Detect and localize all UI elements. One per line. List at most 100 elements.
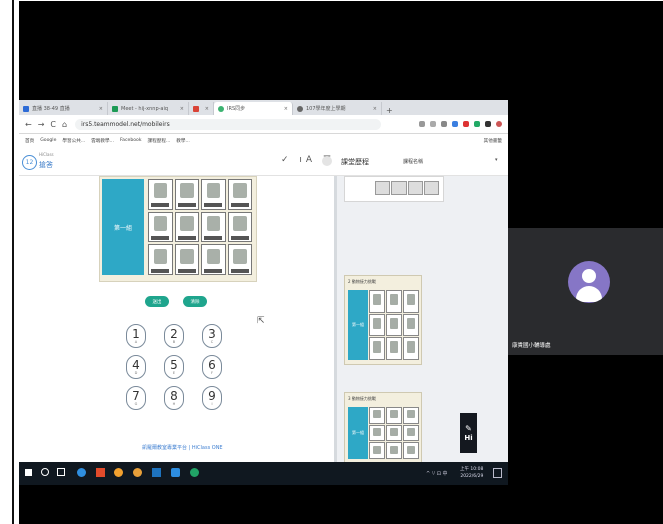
windows-start-icon[interactable]	[25, 469, 32, 476]
participant-name: 康貴國小輔導處	[512, 343, 551, 349]
chrome-icon[interactable]	[133, 468, 142, 477]
browser-tab-bar: 直播 38-49 直播 × Meet - hij-xnnp-aiq × × IRS同…	[19, 100, 508, 115]
pen-icon: ✎	[465, 424, 472, 433]
close-icon[interactable]: ×	[284, 106, 288, 112]
keypad-key[interactable]: 9I	[202, 386, 222, 410]
course-select[interactable]: 課程名稱	[403, 158, 423, 165]
tab-favicon-icon	[218, 105, 224, 112]
tab-label: Meet - hij-xnnp-aiq	[121, 105, 169, 112]
bookmark-item[interactable]: 教學...	[176, 138, 190, 144]
slide-thumbnail[interactable]	[344, 176, 444, 202]
search-icon[interactable]	[41, 468, 49, 476]
slide-image	[201, 211, 226, 243]
system-tray[interactable]: ^ ⁽ᵢ⁾ ⊡ 中	[426, 470, 448, 477]
clock-date: 2022/6/29	[460, 474, 484, 479]
close-icon[interactable]: ×	[99, 106, 103, 112]
slide-image	[227, 179, 252, 210]
frame-border	[12, 0, 14, 524]
new-tab-button[interactable]: +	[382, 106, 397, 115]
tab-label: 直播 38-49 直播	[32, 106, 70, 112]
keypad-key[interactable]: 1A	[126, 324, 146, 348]
firefox-icon[interactable]	[114, 468, 123, 477]
extension-icon[interactable]	[474, 121, 480, 127]
close-icon[interactable]: ×	[180, 106, 184, 112]
clear-button[interactable]: 清除	[183, 296, 207, 307]
reload-icon[interactable]: C	[50, 120, 56, 129]
browser-tab[interactable]: Meet - hij-xnnp-aiq ×	[108, 102, 189, 115]
app-icon[interactable]	[171, 468, 180, 477]
keypad-key[interactable]: 4D	[126, 355, 146, 379]
tab-favicon-icon	[112, 105, 118, 112]
chevron-down-icon[interactable]: ▾	[495, 157, 498, 163]
keypad-key[interactable]: 2B	[164, 324, 184, 348]
avatar	[568, 261, 610, 303]
hi-assistant-button[interactable]: ✎ Hi	[460, 413, 477, 453]
home-icon[interactable]: ⌂	[62, 120, 67, 129]
keypad-key[interactable]: 8H	[164, 386, 184, 410]
browser-tab[interactable]: 107學年度上學期 ×	[293, 102, 382, 115]
bookmark-item[interactable]: 學習公共...	[62, 138, 85, 144]
profile-icon[interactable]	[496, 121, 502, 127]
page-title: 搶答	[39, 161, 53, 169]
url-input[interactable]: irs5.teammodel.net/mobileirs	[75, 118, 382, 130]
browser-tab[interactable]: 直播 38-49 直播 ×	[19, 102, 108, 115]
participant-tile[interactable]: 康貴國小輔導處	[508, 228, 663, 355]
task-view-icon[interactable]	[57, 468, 65, 476]
close-icon[interactable]: ×	[205, 106, 209, 112]
browser-tab[interactable]: ×	[189, 102, 214, 115]
footer-text[interactable]: 凱羅爾教室專業平台 | HiClass ONE	[142, 444, 223, 451]
tab-label: IRS同步	[227, 106, 246, 112]
slide-image	[174, 211, 199, 243]
keypad-key[interactable]: 3C	[202, 324, 222, 348]
app-header: 12 HiClass 搶答 ✓ ıA ☰ 課堂歷程 課程名稱 ▾	[19, 147, 508, 176]
mouse-cursor-icon: ⇱	[257, 316, 265, 326]
tab-favicon-icon	[193, 105, 199, 112]
puzzle-icon[interactable]	[485, 121, 491, 127]
slide-thumbnail[interactable]: 3 動物接力挑戰 第一組	[344, 392, 422, 464]
bookmark-item[interactable]: Google	[40, 138, 56, 143]
app-icon[interactable]	[96, 468, 105, 477]
browser-tab-active[interactable]: IRS同步 ×	[214, 102, 293, 115]
question-slide: 第一組	[99, 176, 257, 282]
keypad-key[interactable]: 5E	[164, 355, 184, 379]
close-icon[interactable]: ×	[373, 106, 377, 112]
share-icon[interactable]	[430, 121, 436, 127]
slide-image-grid	[148, 179, 252, 275]
slide-image	[174, 179, 199, 210]
edge-icon[interactable]	[77, 468, 86, 477]
taskbar-clock[interactable]: 上午 10:08 2022/6/29	[460, 466, 483, 480]
zoom-icon[interactable]	[419, 121, 425, 127]
extension-icon[interactable]	[463, 121, 469, 127]
keypad-key[interactable]: 6F	[202, 355, 222, 379]
slide-image	[227, 244, 252, 275]
bookmark-item[interactable]: 首頁	[25, 138, 34, 144]
bookmark-item[interactable]: Facebook	[120, 138, 142, 143]
hi-label: Hi	[464, 434, 473, 442]
star-icon[interactable]	[441, 121, 447, 127]
room-label: 課堂歷程	[341, 158, 369, 166]
bookmark-item[interactable]: 雲端教學...	[91, 138, 114, 144]
slide-thumbnail[interactable]: 2 動物接力挑戰 第一組	[344, 275, 422, 365]
extension-icon[interactable]	[452, 121, 458, 127]
windows-taskbar: ^ ⁽ᵢ⁾ ⊡ 中 上午 10:08 2022/6/29	[19, 462, 508, 485]
bookmark-item[interactable]: 課程歷程...	[148, 138, 171, 144]
bookmark-item[interactable]: 其他書籤	[484, 138, 502, 144]
history-sidebar: 2 動物接力挑戰 第一組 3 動物接力挑戰 第一組	[337, 176, 508, 464]
question-number: 12	[22, 155, 37, 170]
action-buttons: 送出 清除	[145, 296, 207, 307]
app-icon[interactable]	[152, 468, 161, 477]
slide-image	[201, 179, 226, 210]
app-icon[interactable]	[190, 468, 199, 477]
keypad-key[interactable]: 7G	[126, 386, 146, 410]
forward-icon[interactable]: →	[38, 120, 45, 129]
submit-button[interactable]: 送出	[145, 296, 169, 307]
notification-icon[interactable]	[493, 468, 502, 478]
slide-image	[148, 244, 173, 275]
thumbnail-label: 2 動物接力挑戰	[348, 279, 376, 284]
slide-image	[148, 211, 173, 243]
slide-image	[201, 244, 226, 275]
collapse-button[interactable]	[322, 156, 332, 166]
tab-label: 107學年度上學期	[306, 106, 346, 112]
back-icon[interactable]: ←	[25, 120, 32, 129]
extension-icons	[419, 121, 502, 127]
